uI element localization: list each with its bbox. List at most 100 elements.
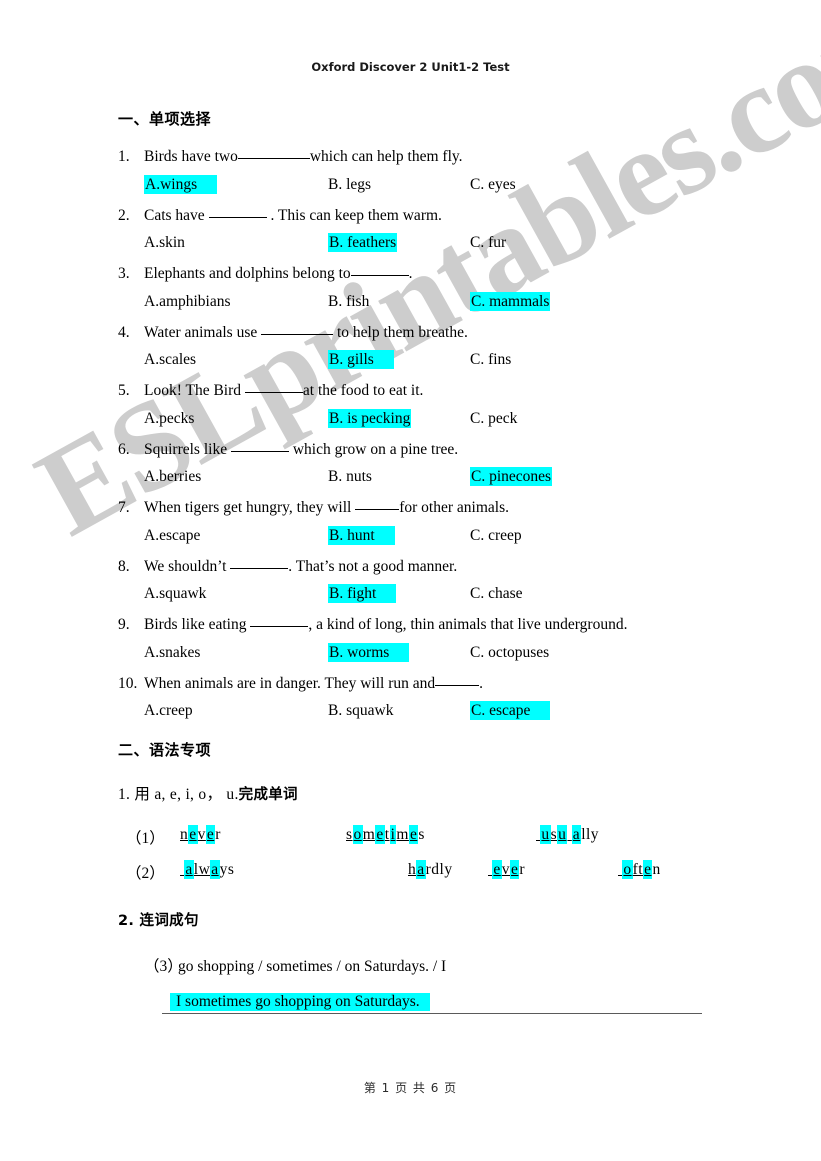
task-2-heading: 2. 连词成句 bbox=[118, 909, 718, 930]
section-1-heading: 一、单项选择 bbox=[118, 110, 212, 128]
question-text-before-blank: Look! The Bird bbox=[144, 382, 245, 400]
answer-blank[interactable] bbox=[230, 557, 289, 569]
question-number: 4. bbox=[118, 323, 130, 341]
option-B[interactable]: B. nuts bbox=[328, 465, 372, 488]
vowel-word[interactable]: often bbox=[618, 860, 661, 880]
option-label: B. nuts bbox=[328, 468, 372, 486]
question-4: 4. Water animals use to help them breathe… bbox=[118, 321, 718, 371]
answer-blank[interactable] bbox=[355, 498, 400, 511]
option-C[interactable]: C. mammals bbox=[470, 290, 551, 313]
option-B[interactable]: B. is pecking bbox=[328, 407, 412, 430]
filled-vowel: e bbox=[188, 825, 198, 845]
answer-blank[interactable] bbox=[230, 440, 289, 452]
filled-vowel: a bbox=[571, 825, 582, 845]
filled-vowel: e bbox=[492, 860, 502, 880]
option-C[interactable]: C. peck bbox=[470, 407, 517, 430]
question-text-before-blank: Birds like eating bbox=[144, 616, 251, 634]
question-number: 5. bbox=[118, 382, 130, 400]
option-row: A.scales B. gills C. fins bbox=[118, 348, 718, 370]
filled-vowel: o bbox=[352, 825, 363, 845]
word-letters: h bbox=[408, 861, 417, 879]
section-2-heading: 二、语法专项 bbox=[118, 741, 212, 760]
question-stem: 8. We shouldn’t . That’s not a good manne… bbox=[118, 555, 718, 579]
option-A[interactable]: A.scales bbox=[144, 348, 196, 371]
option-row: A.berries B. nuts C. pinecones bbox=[118, 465, 718, 487]
question-text-after-blank: which can help them fly. bbox=[309, 148, 463, 165]
question-3: 3. Elephants and dolphins belong to. A.amp… bbox=[118, 262, 718, 312]
vowel-word[interactable]: usu ally bbox=[536, 825, 600, 845]
option-A[interactable]: A.snakes bbox=[144, 641, 200, 664]
option-B[interactable]: B. squawk bbox=[328, 699, 393, 722]
filled-vowel: a bbox=[184, 860, 194, 880]
question-text-after-blank: . This can keep them warm. bbox=[266, 206, 442, 224]
filled-vowel: e bbox=[205, 825, 216, 845]
option-C[interactable]: C. escape bbox=[470, 699, 551, 722]
question-number: 8. bbox=[118, 557, 130, 575]
option-A[interactable]: A.pecks bbox=[144, 407, 194, 430]
answer-blank[interactable] bbox=[237, 147, 310, 159]
word-letters: lly bbox=[581, 826, 600, 844]
option-label: A.escape bbox=[144, 526, 201, 544]
vowel-word[interactable]: ever bbox=[488, 860, 525, 880]
option-C[interactable]: C. chase bbox=[470, 582, 523, 605]
option-A[interactable]: A.squawk bbox=[144, 582, 206, 605]
question-text-before-blank: We shouldn’t bbox=[144, 557, 231, 575]
vowel-word[interactable]: hardly bbox=[408, 860, 453, 880]
option-row: A.pecks B. is pecking C. peck bbox=[118, 407, 718, 429]
option-label: C. chase bbox=[470, 585, 523, 603]
vowel-word[interactable]: always bbox=[180, 860, 234, 880]
option-label: C. eyes bbox=[470, 175, 516, 193]
answer-blank[interactable] bbox=[350, 264, 409, 277]
option-B[interactable]: B. fish bbox=[328, 290, 369, 313]
option-B[interactable]: B. gills bbox=[328, 348, 394, 371]
question-stem: 9. Birds like eating , a kind of long, th… bbox=[118, 613, 718, 637]
option-label: B. feathers bbox=[328, 233, 398, 253]
vowel-word[interactable]: never bbox=[180, 825, 221, 845]
question-number: 1. bbox=[118, 148, 130, 165]
vowel-word[interactable]: sometimes bbox=[346, 825, 425, 845]
option-C[interactable]: C. creep bbox=[470, 524, 522, 547]
option-B[interactable]: B. worms bbox=[328, 641, 410, 664]
option-label: B. gills bbox=[328, 350, 394, 370]
question-stem: 1. Birds have two which can help them fly. bbox=[118, 145, 718, 169]
filled-vowel: e bbox=[408, 825, 419, 845]
answer-blank[interactable] bbox=[435, 674, 480, 686]
option-label: B. hunt bbox=[328, 525, 395, 545]
option-B[interactable]: B. hunt bbox=[328, 524, 395, 547]
question-text-after-blank: . bbox=[479, 674, 483, 692]
question-text-after-blank: for other animals. bbox=[399, 499, 509, 517]
answer-blank[interactable] bbox=[250, 615, 309, 628]
option-B[interactable]: B. fight bbox=[328, 582, 397, 605]
answer-blank[interactable] bbox=[244, 381, 303, 394]
option-label: B. worms bbox=[328, 642, 410, 662]
document-footer: 第 1 页 共 6 页 bbox=[363, 1081, 458, 1095]
option-A[interactable]: A.creep bbox=[144, 699, 193, 722]
answer-writing-line[interactable]: I sometimes go shopping on Saturdays. bbox=[162, 990, 702, 1015]
option-C[interactable]: C. pinecones bbox=[470, 465, 553, 488]
option-A[interactable]: A.skin bbox=[144, 231, 185, 254]
question-text-after-blank: to help them breathe. bbox=[333, 323, 468, 341]
option-A[interactable]: A.escape bbox=[144, 524, 200, 547]
option-B[interactable]: B. legs bbox=[328, 173, 371, 196]
option-label: C. creep bbox=[470, 526, 522, 544]
option-A[interactable]: A.amphibians bbox=[144, 290, 231, 313]
vowel-row-label: （1） bbox=[126, 830, 165, 848]
option-C[interactable]: C. fur bbox=[470, 231, 506, 254]
answer-blank[interactable] bbox=[208, 206, 267, 218]
option-A[interactable]: A.wings bbox=[144, 173, 218, 196]
question-number: 10. bbox=[118, 674, 138, 692]
option-label: C. octopuses bbox=[470, 643, 550, 661]
word-letters: n bbox=[180, 826, 189, 844]
question-8: 8. We shouldn’t . That’s not a good manne… bbox=[118, 555, 718, 605]
option-C[interactable]: C. eyes bbox=[470, 173, 516, 196]
option-row: A.skin B. feathers C. fur bbox=[118, 231, 718, 253]
option-B[interactable]: B. feathers bbox=[328, 231, 398, 254]
option-A[interactable]: A.berries bbox=[144, 465, 201, 488]
sentence-answer: I sometimes go shopping on Saturdays. bbox=[170, 993, 430, 1012]
option-row: A.amphibians B. fish C. mammals bbox=[118, 290, 718, 312]
answer-blank[interactable] bbox=[261, 323, 334, 335]
option-label: C. fur bbox=[470, 234, 507, 252]
option-label: A.skin bbox=[144, 234, 185, 252]
option-C[interactable]: C. fins bbox=[470, 348, 511, 371]
option-C[interactable]: C. octopuses bbox=[470, 641, 549, 664]
